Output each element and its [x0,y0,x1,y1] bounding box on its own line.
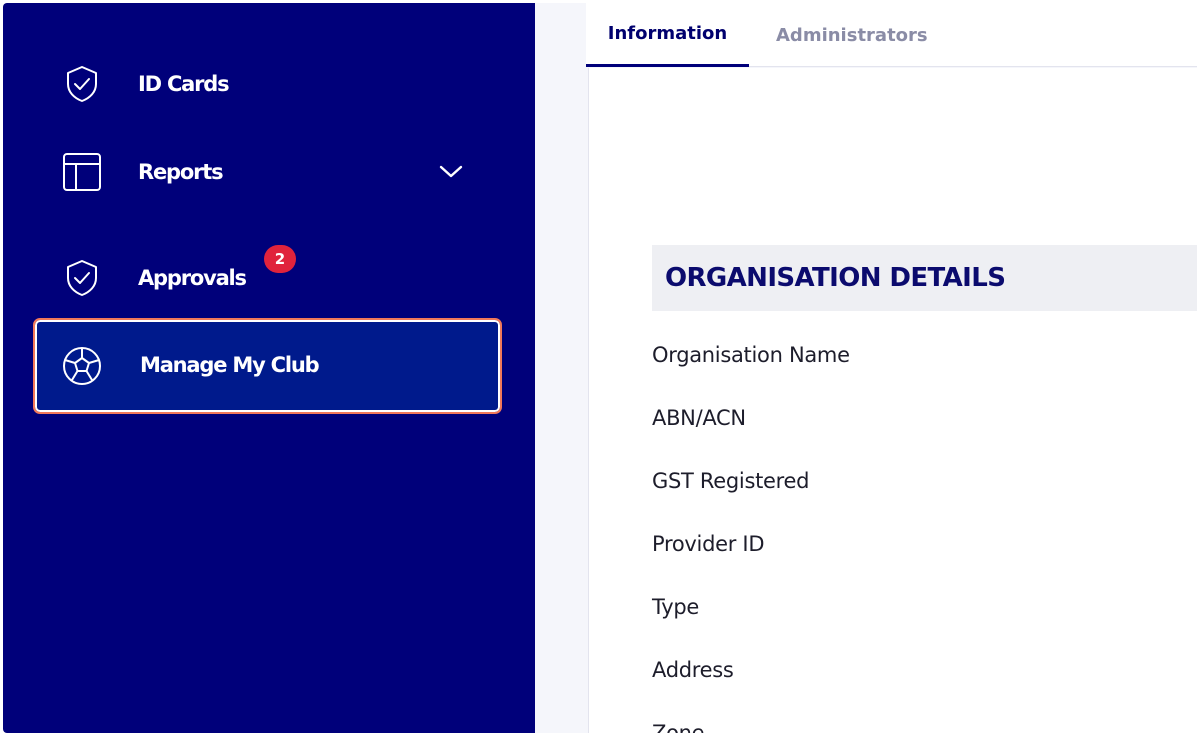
field-label-address: Address [652,658,734,682]
field-list: Organisation Name ABN/ACN GST Registered… [588,68,1200,736]
chevron-down-icon[interactable] [436,157,466,187]
sidebar-item-label: Reports [138,160,224,184]
soccer-ball-icon [60,344,104,388]
sidebar-item-label: Approvals [138,266,247,290]
sidebar-item-id-cards[interactable]: ID Cards [0,54,532,114]
sidebar-item-label: ID Cards [138,72,230,96]
app-window: ID Cards Reports Approvals 2 Manage My C… [0,0,1200,736]
approvals-count-badge: 2 [264,245,296,273]
layout-icon [60,150,104,194]
tab-bar: Information Administrators [586,3,1200,67]
field-label-gst-registered: GST Registered [652,469,810,493]
shield-check-icon [60,62,104,106]
field-label-provider-id: Provider ID [652,532,765,556]
field-label-abn-acn: ABN/ACN [652,406,746,430]
shield-check-icon [60,256,104,300]
field-label-type: Type [652,595,700,619]
sidebar-item-reports[interactable]: Reports [0,142,532,202]
field-label-zone: Zone [652,721,705,736]
tab-information[interactable]: Information [586,3,749,67]
tab-administrators[interactable]: Administrators [776,3,928,67]
field-label-organisation-name: Organisation Name [652,343,850,367]
sidebar-item-label: Manage My Club [140,353,320,377]
sidebar-item-manage-my-club[interactable]: Manage My Club [33,318,502,414]
